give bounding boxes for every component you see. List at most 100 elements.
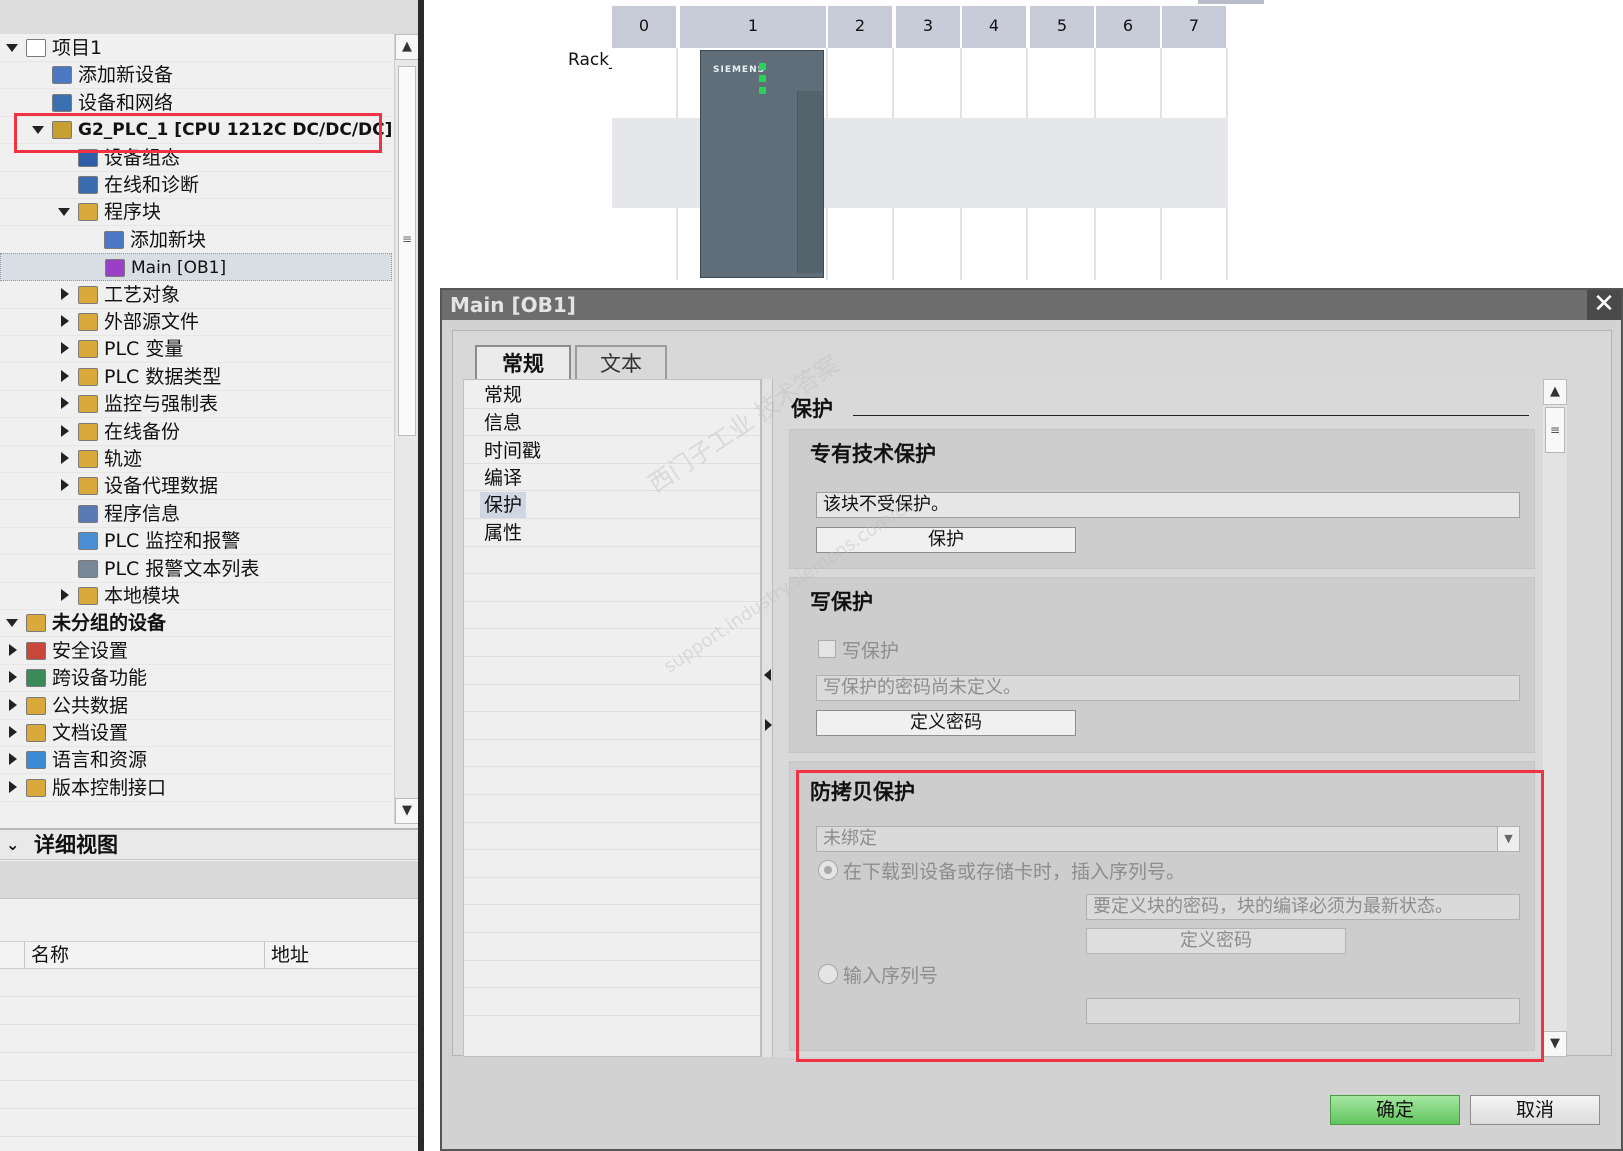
scroll-thumb[interactable]: ≡	[1545, 407, 1565, 453]
tree-item-label: 文档设置	[52, 722, 129, 744]
tree-item-5[interactable]: 在线和诊断	[0, 171, 392, 199]
nav-separator	[464, 738, 760, 740]
scroll-down-button[interactable]: ▼	[395, 798, 418, 824]
expanded-triangle-icon[interactable]	[6, 609, 20, 637]
tree-item-15[interactable]: 轨迹	[0, 445, 392, 473]
write-protect-checkbox-label: 写保护	[842, 640, 900, 662]
device-highlight-box	[14, 113, 382, 153]
collapsed-triangle-icon[interactable]	[58, 418, 72, 446]
tree-item-12[interactable]: PLC 数据类型	[0, 363, 392, 391]
collapsed-triangle-icon[interactable]	[6, 692, 20, 720]
expand-right-icon[interactable]	[765, 719, 772, 731]
nav-item-info[interactable]: 信息	[480, 410, 526, 436]
tree-item-label: 监控与强制表	[104, 393, 219, 416]
expanded-triangle-icon[interactable]	[6, 34, 20, 62]
collapsed-triangle-icon[interactable]	[58, 390, 72, 418]
properties-nav: 常规 信息 时间戳 编译 保护 属性	[463, 379, 761, 1057]
collapsed-triangle-icon[interactable]	[58, 472, 72, 500]
tree-scrollbar[interactable]: ▲ ≡ ▼	[394, 34, 418, 824]
column-name[interactable]: 名称	[24, 942, 264, 968]
tree-item-24[interactable]: 公共数据	[0, 692, 392, 720]
scroll-up-button[interactable]: ▲	[1543, 379, 1567, 405]
collapse-left-icon[interactable]	[764, 669, 771, 681]
tree-item-1[interactable]: 添加新设备	[0, 61, 392, 90]
collapsed-triangle-icon[interactable]	[6, 774, 20, 802]
folder-icon	[78, 340, 98, 359]
tree-item-21[interactable]: 未分组的设备	[0, 609, 392, 638]
nav-separator	[464, 821, 760, 823]
scroll-down-button[interactable]: ▼	[1543, 1031, 1567, 1057]
tree-item-8[interactable]: Main [OB1]	[0, 253, 392, 282]
nav-item-general[interactable]: 常规	[480, 382, 526, 408]
cancel-button[interactable]: 取消	[1470, 1095, 1600, 1125]
nav-splitter[interactable]	[761, 379, 773, 1057]
tree-item-23[interactable]: 跨设备功能	[0, 664, 392, 693]
nav-separator	[464, 794, 760, 795]
content-scrollbar[interactable]: ▲ ≡ ▼	[1543, 379, 1567, 1057]
tab-general[interactable]: 常规	[475, 345, 571, 379]
tree-item-25[interactable]: 文档设置	[0, 719, 392, 747]
status-led	[759, 87, 766, 94]
nav-item-protection[interactable]: 保护	[480, 492, 527, 518]
tree-item-label: 安全设置	[52, 639, 129, 662]
collapsed-triangle-icon[interactable]	[6, 664, 20, 692]
nav-separator	[464, 959, 760, 961]
tree-item-19[interactable]: PLC 报警文本列表	[0, 555, 392, 583]
chevron-down-icon[interactable]: ⌄	[6, 830, 19, 860]
tab-text[interactable]: 文本	[575, 345, 667, 379]
nav-item-attributes[interactable]: 属性	[480, 520, 526, 546]
tree-item-label: 工艺对象	[104, 283, 181, 306]
tree-item-0[interactable]: 项目1	[0, 34, 392, 62]
collapsed-triangle-icon[interactable]	[58, 582, 72, 610]
collapsed-triangle-icon[interactable]	[58, 281, 72, 309]
cpu-module[interactable]: SIEMENS	[700, 50, 824, 278]
collapsed-triangle-icon[interactable]	[58, 335, 72, 363]
nav-item-timestamp[interactable]: 时间戳	[480, 438, 545, 464]
collapsed-triangle-icon[interactable]	[58, 363, 72, 391]
tree-item-label: 项目1	[52, 37, 103, 59]
tree-item-16[interactable]: 设备代理数据	[0, 472, 392, 501]
tree-item-10[interactable]: 外部源文件	[0, 308, 392, 336]
tree-item-14[interactable]: 在线备份	[0, 418, 392, 446]
tree-item-label: 版本控制接口	[52, 776, 167, 799]
detail-view-title: 详细视图	[34, 833, 118, 857]
tree-item-13[interactable]: 监控与强制表	[0, 390, 392, 419]
rack-slot-header: 4	[962, 6, 1028, 48]
doc-settings-icon	[26, 724, 46, 742]
close-icon[interactable]: ✕	[1587, 290, 1621, 320]
protect-button[interactable]: 保护	[816, 527, 1076, 553]
tree-item-label: 程序信息	[104, 502, 181, 525]
column-address[interactable]: 地址	[264, 942, 384, 968]
tree-item-label: 跨设备功能	[52, 667, 148, 690]
tree-item-27[interactable]: 版本控制接口	[0, 774, 392, 802]
collapsed-triangle-icon[interactable]	[58, 308, 72, 336]
collapsed-triangle-icon[interactable]	[6, 637, 20, 665]
tree-item-26[interactable]: 语言和资源	[0, 746, 392, 775]
tree-item-17[interactable]: 程序信息	[0, 500, 392, 528]
write-protect-checkbox[interactable]	[818, 640, 836, 658]
tree-item-9[interactable]: 工艺对象	[0, 281, 392, 309]
collapsed-triangle-icon[interactable]	[6, 719, 20, 747]
collapsed-triangle-icon[interactable]	[58, 445, 72, 473]
collapsed-triangle-icon[interactable]	[6, 746, 20, 774]
tree-item-7[interactable]: 添加新块	[0, 226, 392, 254]
tree-item-11[interactable]: PLC 变量	[0, 335, 392, 364]
nav-item-compile[interactable]: 编译	[480, 465, 526, 491]
scroll-up-button[interactable]: ▲	[395, 34, 418, 60]
tree-item-6[interactable]: 程序块	[0, 198, 392, 227]
detail-row	[0, 969, 418, 997]
scroll-thumb[interactable]: ≡	[398, 66, 416, 436]
expanded-triangle-icon[interactable]	[58, 198, 72, 226]
tree-item-18[interactable]: PLC 监控和报警	[0, 527, 392, 556]
write-protection-title: 写保护	[810, 590, 873, 614]
security-icon	[26, 641, 46, 660]
tree-item-22[interactable]: 安全设置	[0, 637, 392, 665]
status-led	[759, 75, 766, 82]
define-password-button[interactable]: 定义密码	[816, 710, 1076, 736]
folder-icon	[78, 477, 98, 496]
language-icon	[26, 751, 46, 770]
tree-item-20[interactable]: 本地模块	[0, 582, 392, 610]
detail-view-header[interactable]: ⌄ 详细视图	[0, 828, 418, 860]
ok-button[interactable]: 确定	[1330, 1095, 1460, 1125]
cpu-front-panel	[797, 91, 823, 273]
